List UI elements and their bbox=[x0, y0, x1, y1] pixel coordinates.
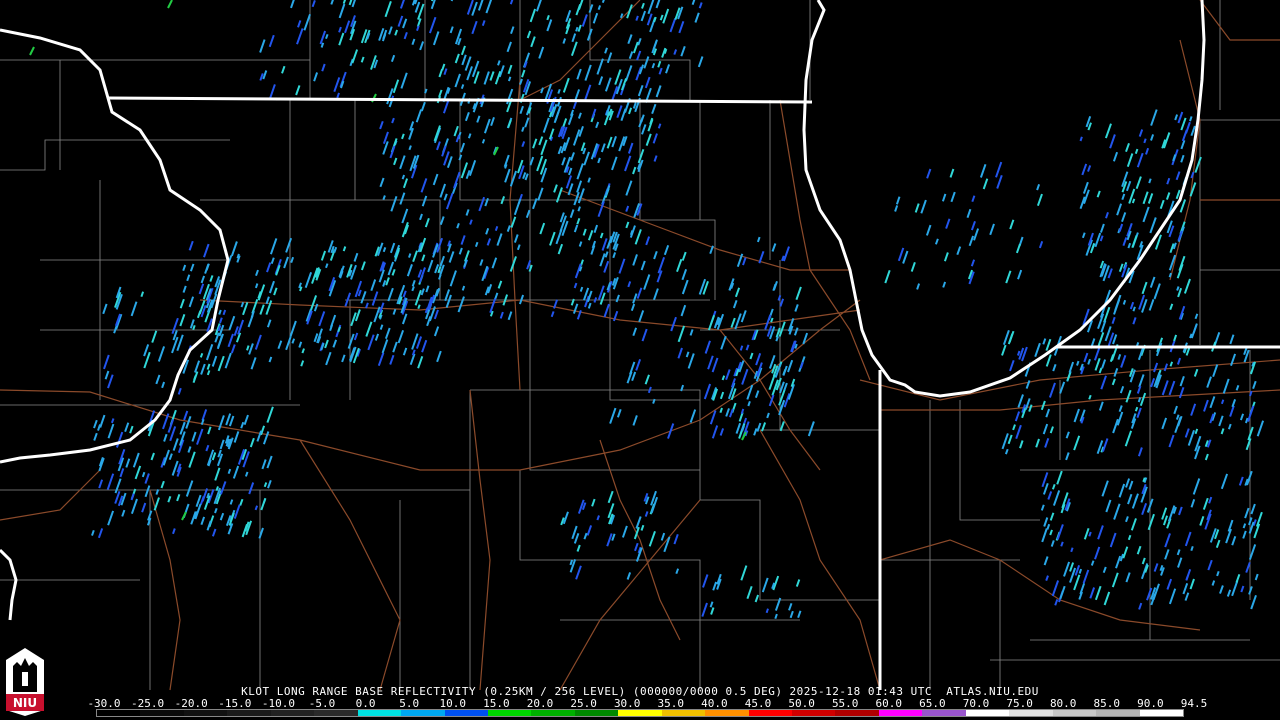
legend-swatch bbox=[792, 710, 836, 716]
legend-swatch bbox=[183, 710, 228, 716]
echo-streak bbox=[597, 5, 602, 11]
echo-streak bbox=[1176, 286, 1180, 291]
echo-streak bbox=[765, 608, 769, 614]
echo-streak bbox=[557, 88, 561, 94]
echo-streak bbox=[215, 486, 219, 492]
echo-streak bbox=[192, 324, 196, 331]
echo-streak bbox=[1190, 545, 1194, 552]
echo-streak bbox=[460, 84, 465, 90]
echo-streak bbox=[236, 253, 240, 259]
echo-streak bbox=[1220, 399, 1225, 405]
radar-map bbox=[0, 0, 1280, 720]
echo-streak bbox=[254, 283, 259, 289]
legend-swatch bbox=[314, 710, 358, 716]
echo-streak bbox=[481, 138, 486, 144]
echo-streak bbox=[382, 195, 386, 200]
legend-swatch bbox=[227, 710, 271, 716]
legend-color-bar bbox=[96, 709, 1184, 717]
echo-streak bbox=[1088, 394, 1092, 400]
echo-streak bbox=[408, 145, 412, 151]
legend-swatch bbox=[878, 710, 923, 716]
echo-streak bbox=[1142, 477, 1146, 483]
echo-streak bbox=[1078, 568, 1083, 574]
legend-swatch bbox=[1009, 710, 1053, 716]
echo-streak bbox=[417, 304, 421, 310]
legend-swatch bbox=[661, 710, 706, 716]
echo-streak bbox=[1134, 406, 1139, 412]
legend-swatch bbox=[705, 710, 749, 716]
echo-streak bbox=[494, 225, 499, 232]
legend-swatch bbox=[401, 710, 445, 716]
legend-swatch bbox=[1096, 710, 1140, 716]
echo-streak bbox=[507, 76, 512, 82]
legend-swatch bbox=[748, 710, 792, 716]
echo-streak bbox=[408, 253, 412, 258]
legend-swatch bbox=[835, 710, 879, 716]
echo-streak bbox=[1088, 531, 1092, 537]
echo-streak bbox=[1132, 306, 1136, 312]
echo-streak bbox=[770, 317, 774, 323]
echo-streak bbox=[663, 48, 668, 54]
echo-streak bbox=[461, 285, 466, 291]
legend-swatch bbox=[618, 710, 662, 716]
echo-streak bbox=[1143, 138, 1147, 144]
legend-swatch bbox=[965, 710, 1010, 716]
legend-swatch bbox=[531, 710, 575, 716]
echo-streak bbox=[619, 13, 624, 19]
echo-streak bbox=[1168, 272, 1172, 278]
echo-streak bbox=[1076, 360, 1080, 366]
legend-swatch bbox=[574, 710, 619, 716]
legend-swatch bbox=[270, 710, 315, 716]
legend-swatch bbox=[357, 710, 402, 716]
legend-swatch bbox=[444, 710, 488, 716]
echo-streak bbox=[325, 263, 329, 269]
echo-streak bbox=[401, 174, 406, 180]
echo-streak bbox=[1079, 136, 1083, 142]
echo-streak bbox=[254, 505, 259, 511]
niu-logo: NIU bbox=[6, 648, 44, 716]
legend-label: 94.5 bbox=[1180, 697, 1208, 710]
echo-streak bbox=[1131, 198, 1136, 204]
legend-swatch bbox=[1052, 710, 1097, 716]
logo-window bbox=[22, 672, 28, 686]
echo-streak bbox=[424, 88, 428, 94]
echo-streak bbox=[1148, 178, 1152, 184]
legend-swatch bbox=[140, 710, 184, 716]
echo-streak bbox=[1122, 299, 1127, 305]
echo-streak bbox=[1189, 333, 1193, 339]
legend-scale-labels: -30.0 -25.0 -20.0 -15.0 -10.0 -5.0 0.0 5.0 10.0 1… bbox=[87, 697, 1207, 710]
echo-streak bbox=[794, 343, 798, 349]
echo-streak bbox=[575, 26, 579, 32]
echo-streak bbox=[299, 286, 303, 292]
logo-text: NIU bbox=[13, 696, 37, 710]
legend-swatch bbox=[97, 710, 141, 716]
legend-swatch bbox=[922, 710, 966, 716]
legend-swatch bbox=[1139, 710, 1183, 716]
legend-swatch bbox=[487, 710, 532, 716]
echo-streak bbox=[193, 375, 197, 381]
echo-streak bbox=[199, 352, 204, 358]
echo-streak bbox=[1070, 547, 1074, 553]
